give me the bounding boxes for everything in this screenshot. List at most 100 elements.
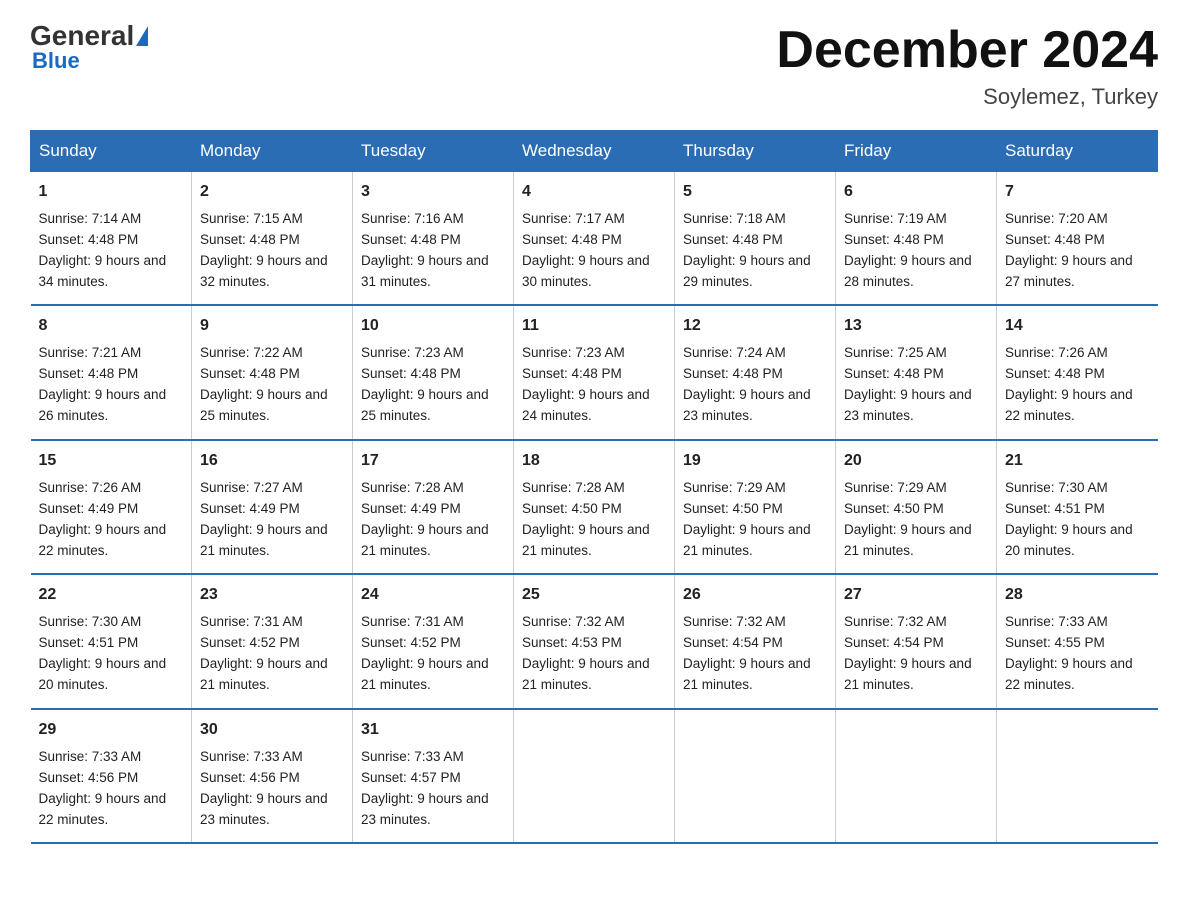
sunset-text: Sunset: 4:57 PM <box>361 770 461 785</box>
daylight-text: Daylight: 9 hours and 30 minutes. <box>522 253 650 289</box>
sunset-text: Sunset: 4:49 PM <box>200 501 300 516</box>
daylight-text: Daylight: 9 hours and 21 minutes. <box>683 522 811 558</box>
sunrise-text: Sunrise: 7:26 AM <box>1005 345 1108 360</box>
sunset-text: Sunset: 4:48 PM <box>1005 232 1105 247</box>
daylight-text: Daylight: 9 hours and 22 minutes. <box>1005 387 1133 423</box>
sunset-text: Sunset: 4:54 PM <box>844 635 944 650</box>
calendar-week-row: 1Sunrise: 7:14 AMSunset: 4:48 PMDaylight… <box>31 172 1158 306</box>
sunset-text: Sunset: 4:51 PM <box>1005 501 1105 516</box>
daylight-text: Daylight: 9 hours and 21 minutes. <box>200 522 328 558</box>
daylight-text: Daylight: 9 hours and 24 minutes. <box>522 387 650 423</box>
calendar-cell: 17Sunrise: 7:28 AMSunset: 4:49 PMDayligh… <box>353 440 514 574</box>
calendar-cell <box>997 709 1158 843</box>
sunset-text: Sunset: 4:55 PM <box>1005 635 1105 650</box>
calendar-cell: 26Sunrise: 7:32 AMSunset: 4:54 PMDayligh… <box>675 574 836 708</box>
day-number: 13 <box>844 314 988 339</box>
daylight-text: Daylight: 9 hours and 29 minutes. <box>683 253 811 289</box>
sunrise-text: Sunrise: 7:30 AM <box>1005 480 1108 495</box>
day-number: 21 <box>1005 449 1150 474</box>
sunset-text: Sunset: 4:48 PM <box>200 366 300 381</box>
calendar-cell <box>675 709 836 843</box>
calendar-cell: 23Sunrise: 7:31 AMSunset: 4:52 PMDayligh… <box>192 574 353 708</box>
sunrise-text: Sunrise: 7:17 AM <box>522 211 625 226</box>
sunrise-text: Sunrise: 7:31 AM <box>361 614 464 629</box>
sunset-text: Sunset: 4:54 PM <box>683 635 783 650</box>
day-number: 6 <box>844 180 988 205</box>
day-number: 4 <box>522 180 666 205</box>
sunset-text: Sunset: 4:48 PM <box>200 232 300 247</box>
daylight-text: Daylight: 9 hours and 23 minutes. <box>844 387 972 423</box>
calendar-cell: 24Sunrise: 7:31 AMSunset: 4:52 PMDayligh… <box>353 574 514 708</box>
day-number: 7 <box>1005 180 1150 205</box>
sunset-text: Sunset: 4:50 PM <box>844 501 944 516</box>
day-number: 11 <box>522 314 666 339</box>
calendar-cell: 25Sunrise: 7:32 AMSunset: 4:53 PMDayligh… <box>514 574 675 708</box>
sunrise-text: Sunrise: 7:19 AM <box>844 211 947 226</box>
daylight-text: Daylight: 9 hours and 23 minutes. <box>683 387 811 423</box>
title-section: December 2024 Soylemez, Turkey <box>776 20 1158 110</box>
daylight-text: Daylight: 9 hours and 21 minutes. <box>200 656 328 692</box>
calendar-cell: 7Sunrise: 7:20 AMSunset: 4:48 PMDaylight… <box>997 172 1158 306</box>
sunset-text: Sunset: 4:52 PM <box>361 635 461 650</box>
day-of-week-header: Saturday <box>997 131 1158 172</box>
day-number: 20 <box>844 449 988 474</box>
sunset-text: Sunset: 4:50 PM <box>683 501 783 516</box>
daylight-text: Daylight: 9 hours and 22 minutes. <box>39 791 167 827</box>
daylight-text: Daylight: 9 hours and 21 minutes. <box>844 522 972 558</box>
daylight-text: Daylight: 9 hours and 20 minutes. <box>1005 522 1133 558</box>
day-number: 25 <box>522 583 666 608</box>
calendar-header-row: SundayMondayTuesdayWednesdayThursdayFrid… <box>31 131 1158 172</box>
sunrise-text: Sunrise: 7:32 AM <box>522 614 625 629</box>
sunrise-text: Sunrise: 7:33 AM <box>1005 614 1108 629</box>
sunset-text: Sunset: 4:48 PM <box>1005 366 1105 381</box>
sunset-text: Sunset: 4:53 PM <box>522 635 622 650</box>
sunrise-text: Sunrise: 7:24 AM <box>683 345 786 360</box>
sunrise-text: Sunrise: 7:29 AM <box>844 480 947 495</box>
daylight-text: Daylight: 9 hours and 27 minutes. <box>1005 253 1133 289</box>
logo-triangle-icon <box>136 26 148 46</box>
day-number: 29 <box>39 718 184 743</box>
daylight-text: Daylight: 9 hours and 21 minutes. <box>844 656 972 692</box>
calendar-cell: 3Sunrise: 7:16 AMSunset: 4:48 PMDaylight… <box>353 172 514 306</box>
daylight-text: Daylight: 9 hours and 21 minutes. <box>361 656 489 692</box>
calendar-cell: 12Sunrise: 7:24 AMSunset: 4:48 PMDayligh… <box>675 305 836 439</box>
day-of-week-header: Thursday <box>675 131 836 172</box>
calendar-cell: 27Sunrise: 7:32 AMSunset: 4:54 PMDayligh… <box>836 574 997 708</box>
sunrise-text: Sunrise: 7:21 AM <box>39 345 142 360</box>
day-number: 12 <box>683 314 827 339</box>
sunrise-text: Sunrise: 7:28 AM <box>361 480 464 495</box>
sunrise-text: Sunrise: 7:29 AM <box>683 480 786 495</box>
day-of-week-header: Sunday <box>31 131 192 172</box>
day-number: 2 <box>200 180 344 205</box>
calendar-cell: 4Sunrise: 7:17 AMSunset: 4:48 PMDaylight… <box>514 172 675 306</box>
calendar-cell: 14Sunrise: 7:26 AMSunset: 4:48 PMDayligh… <box>997 305 1158 439</box>
calendar-cell: 29Sunrise: 7:33 AMSunset: 4:56 PMDayligh… <box>31 709 192 843</box>
day-number: 26 <box>683 583 827 608</box>
sunset-text: Sunset: 4:56 PM <box>39 770 139 785</box>
calendar-cell: 8Sunrise: 7:21 AMSunset: 4:48 PMDaylight… <box>31 305 192 439</box>
day-of-week-header: Monday <box>192 131 353 172</box>
day-number: 31 <box>361 718 505 743</box>
daylight-text: Daylight: 9 hours and 23 minutes. <box>200 791 328 827</box>
sunset-text: Sunset: 4:48 PM <box>361 232 461 247</box>
sunset-text: Sunset: 4:48 PM <box>844 366 944 381</box>
day-of-week-header: Tuesday <box>353 131 514 172</box>
sunset-text: Sunset: 4:51 PM <box>39 635 139 650</box>
sunset-text: Sunset: 4:48 PM <box>39 232 139 247</box>
location-subtitle: Soylemez, Turkey <box>776 84 1158 110</box>
day-number: 10 <box>361 314 505 339</box>
daylight-text: Daylight: 9 hours and 31 minutes. <box>361 253 489 289</box>
logo: General Blue <box>30 20 148 74</box>
sunrise-text: Sunrise: 7:33 AM <box>200 749 303 764</box>
daylight-text: Daylight: 9 hours and 25 minutes. <box>200 387 328 423</box>
sunrise-text: Sunrise: 7:33 AM <box>361 749 464 764</box>
sunset-text: Sunset: 4:49 PM <box>361 501 461 516</box>
daylight-text: Daylight: 9 hours and 34 minutes. <box>39 253 167 289</box>
daylight-text: Daylight: 9 hours and 22 minutes. <box>1005 656 1133 692</box>
sunset-text: Sunset: 4:52 PM <box>200 635 300 650</box>
day-number: 16 <box>200 449 344 474</box>
day-number: 8 <box>39 314 184 339</box>
month-title: December 2024 <box>776 20 1158 80</box>
daylight-text: Daylight: 9 hours and 25 minutes. <box>361 387 489 423</box>
calendar-week-row: 15Sunrise: 7:26 AMSunset: 4:49 PMDayligh… <box>31 440 1158 574</box>
